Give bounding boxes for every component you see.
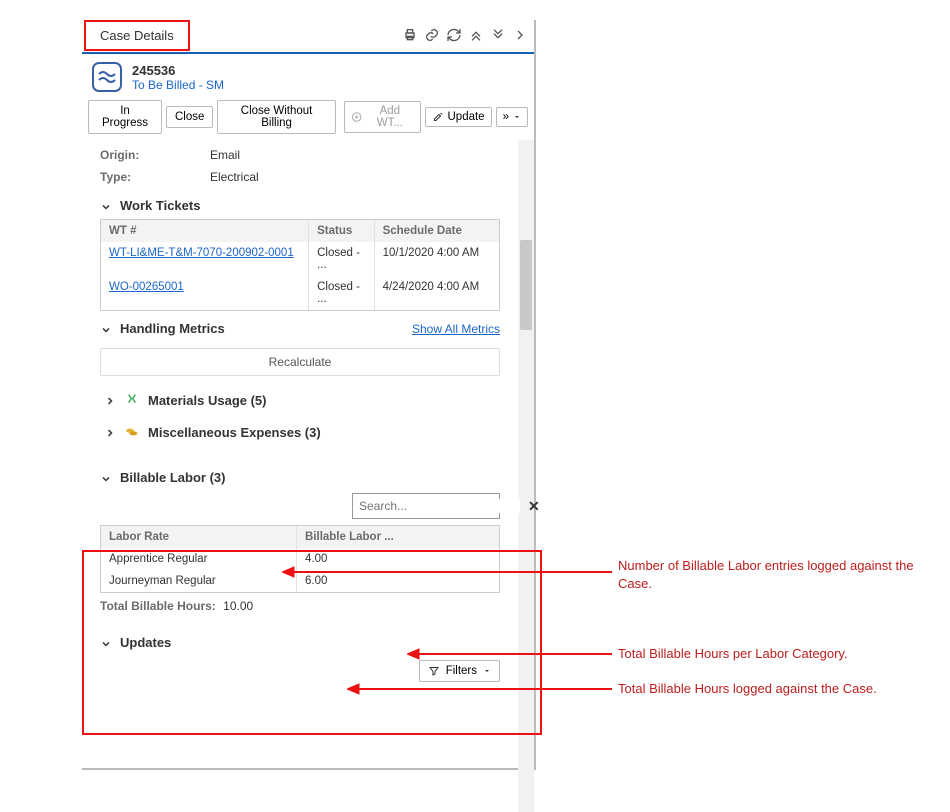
collapse-up-icon[interactable] [468, 27, 484, 43]
divider [82, 52, 534, 54]
table-header: WT # Status Schedule Date [101, 220, 499, 242]
tools-icon [432, 111, 444, 123]
action-row: In Progress Close Close Without Billing … [82, 100, 534, 140]
annotation-arrow [282, 565, 612, 579]
col-schedule: Schedule Date [375, 220, 499, 242]
more-label: » [503, 111, 509, 123]
scroll-thumb[interactable] [520, 240, 532, 330]
handling-metrics-header[interactable]: Handling Metrics Show All Metrics [82, 311, 518, 342]
misc-title: Miscellaneous Expenses (3) [148, 425, 321, 440]
origin-value: Email [210, 148, 240, 162]
more-actions-button[interactable]: » [496, 107, 528, 127]
annotation-arrow [347, 682, 612, 696]
col-status: Status [309, 220, 374, 242]
wt-schedule: 4/24/2020 4:00 AM [375, 276, 499, 310]
table-row: WO-00265001 Closed - ... 4/24/2020 4:00 … [101, 276, 499, 310]
case-icon [92, 62, 122, 92]
table-header: Labor Rate Billable Labor ... [101, 526, 499, 548]
billable-search-row: ✕ [82, 489, 518, 525]
add-wt-button[interactable]: Add WT... [344, 101, 421, 133]
chevron-right-icon [104, 425, 116, 440]
search-input[interactable] [353, 499, 520, 513]
wt-link[interactable]: WO-00265001 [109, 281, 184, 293]
chevron-down-icon [100, 198, 112, 213]
col-labor-rate: Labor Rate [101, 526, 297, 548]
search-input-wrap: ✕ [352, 493, 500, 519]
next-icon[interactable] [512, 27, 528, 43]
page-title: Case Details [84, 20, 190, 51]
update-button[interactable]: Update [425, 107, 492, 127]
wt-status: Closed - ... [309, 242, 374, 276]
work-tickets-section-header[interactable]: Work Tickets [82, 188, 518, 219]
type-value: Electrical [210, 170, 259, 184]
annotation-text: Number of Billable Labor entries logged … [618, 557, 938, 592]
handling-metrics-title: Handling Metrics [120, 321, 225, 336]
caret-down-icon [513, 113, 521, 121]
case-status[interactable]: To Be Billed - SM [132, 78, 224, 92]
wt-schedule: 10/1/2020 4:00 AM [375, 242, 499, 276]
in-progress-button[interactable]: In Progress [88, 100, 162, 134]
print-icon[interactable] [402, 27, 418, 43]
titlebar: Case Details [82, 20, 534, 50]
link-icon[interactable] [424, 27, 440, 43]
case-number: 245536 [132, 63, 224, 78]
annotation-arrow [407, 647, 612, 661]
origin-label: Origin: [100, 148, 210, 162]
billable-labor-title: Billable Labor (3) [120, 470, 225, 485]
materials-usage-header[interactable]: Materials Usage (5) [82, 384, 518, 416]
annotation-text: Total Billable Hours per Labor Category. [618, 645, 938, 663]
wt-status: Closed - ... [309, 276, 374, 310]
case-header: 245536 To Be Billed - SM [82, 62, 534, 100]
origin-row: Origin: Email [82, 144, 518, 166]
misc-expenses-header[interactable]: Miscellaneous Expenses (3) [82, 416, 518, 448]
work-tickets-table: WT # Status Schedule Date WT-LI&ME-T&M-7… [100, 219, 500, 311]
show-all-metrics-link[interactable]: Show All Metrics [412, 322, 500, 336]
billable-labor-header[interactable]: Billable Labor (3) [82, 448, 518, 489]
annotation-text: Total Billable Hours logged against the … [618, 680, 938, 698]
close-button[interactable]: Close [166, 106, 213, 128]
work-tickets-title: Work Tickets [120, 198, 200, 213]
add-wt-label: Add WT... [366, 105, 413, 129]
coins-icon [124, 424, 140, 440]
plus-circle-icon [351, 111, 362, 123]
type-row: Type: Electrical [82, 166, 518, 188]
materials-title: Materials Usage (5) [148, 393, 267, 408]
type-label: Type: [100, 170, 210, 184]
update-label: Update [448, 111, 485, 123]
expand-down-icon[interactable] [490, 27, 506, 43]
col-wt: WT # [101, 220, 309, 242]
col-billable-hours: Billable Labor ... [297, 526, 405, 548]
chevron-down-icon [100, 470, 112, 485]
materials-icon [124, 392, 140, 408]
clear-search-icon[interactable]: ✕ [520, 498, 548, 515]
chevron-right-icon [104, 393, 116, 408]
table-row: WT-LI&ME-T&M-7070-200902-0001 Closed - .… [101, 242, 499, 276]
wt-link[interactable]: WT-LI&ME-T&M-7070-200902-0001 [109, 247, 294, 259]
chevron-down-icon [100, 321, 112, 336]
recalculate-button[interactable]: Recalculate [100, 348, 500, 376]
close-without-billing-button[interactable]: Close Without Billing [217, 100, 335, 134]
refresh-icon[interactable] [446, 27, 462, 43]
